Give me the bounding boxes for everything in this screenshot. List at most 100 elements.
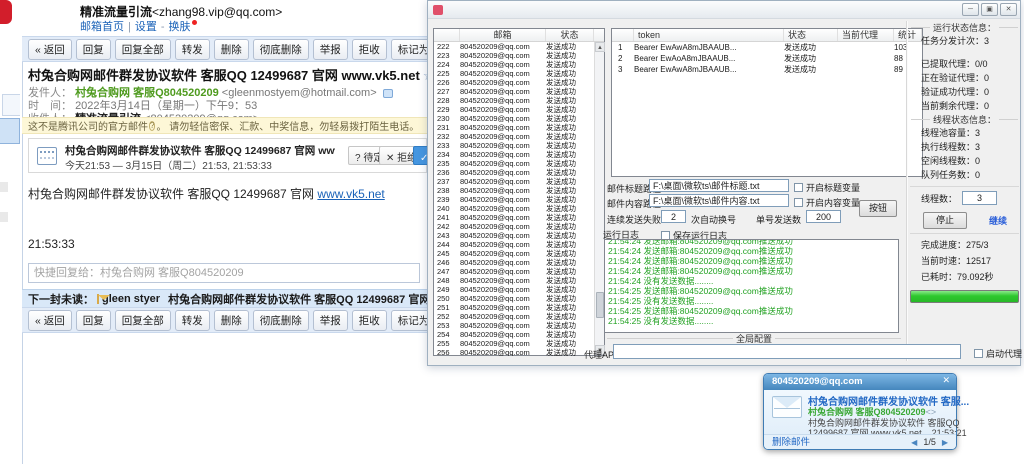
- email-row[interactable]: 231804520209@qq.com发送成功: [434, 123, 594, 132]
- toolbar-button-delete[interactable]: 删除: [214, 39, 249, 60]
- toolbar-button-report[interactable]: 举报: [313, 310, 348, 331]
- checkbox-icon[interactable]: [794, 183, 803, 192]
- checkbox-icon[interactable]: [794, 198, 803, 207]
- email-row[interactable]: 223804520209@qq.com发送成功: [434, 51, 594, 60]
- email-row[interactable]: 255804520209@qq.com发送成功: [434, 339, 594, 348]
- quick-reply-input[interactable]: [28, 263, 420, 283]
- thread-count-input[interactable]: [962, 191, 997, 205]
- email-row[interactable]: 253804520209@qq.com发送成功: [434, 321, 594, 330]
- toolbar-button-report[interactable]: 举报: [313, 39, 348, 60]
- email-row[interactable]: 224804520209@qq.com发送成功: [434, 60, 594, 69]
- token-row[interactable]: 3Bearer EwAwA8mJBAAUB...发送成功89: [612, 64, 922, 75]
- email-row[interactable]: 246804520209@qq.com发送成功: [434, 258, 594, 267]
- column-header-index[interactable]: [612, 29, 634, 41]
- column-header-status[interactable]: 状态: [784, 29, 838, 41]
- email-row[interactable]: 252804520209@qq.com发送成功: [434, 312, 594, 321]
- delete-mail-link[interactable]: 删除邮件: [772, 435, 810, 450]
- toolbar-button-forward[interactable]: 转发: [175, 39, 210, 60]
- content-var-checkbox[interactable]: 开启内容变量: [794, 196, 860, 209]
- toolbar-button-reject[interactable]: 拒收: [352, 310, 387, 331]
- email-row[interactable]: 225804520209@qq.com发送成功: [434, 69, 594, 78]
- popup-titlebar[interactable]: 804520209@qq.com: [764, 374, 956, 390]
- toolbar-button-delete-forever[interactable]: 彻底删除: [253, 39, 309, 60]
- email-row[interactable]: 256804520209@qq.com发送成功: [434, 348, 594, 356]
- prev-icon[interactable]: ◀: [911, 435, 917, 450]
- column-header-email[interactable]: 邮箱: [460, 29, 546, 41]
- scrollbar-thumb[interactable]: [596, 292, 604, 318]
- column-header-index[interactable]: [434, 29, 460, 41]
- email-row[interactable]: 249804520209@qq.com发送成功: [434, 285, 594, 294]
- body-link[interactable]: www.vk5.net: [317, 187, 384, 201]
- help-icon[interactable]: ?: [149, 121, 155, 131]
- column-header-token[interactable]: token: [634, 29, 784, 41]
- toolbar-button-reply[interactable]: 回复: [76, 310, 111, 331]
- checkbox-icon[interactable]: [974, 349, 983, 358]
- content-path-input[interactable]: [649, 194, 789, 207]
- nav-settings[interactable]: 设置: [135, 21, 157, 33]
- minimize-button[interactable]: ─: [962, 3, 979, 16]
- stop-button[interactable]: 停止: [923, 212, 967, 229]
- email-row[interactable]: 237804520209@qq.com发送成功: [434, 177, 594, 186]
- email-row[interactable]: 241804520209@qq.com发送成功: [434, 213, 594, 222]
- email-row[interactable]: 236804520209@qq.com发送成功: [434, 168, 594, 177]
- next-unread-bar[interactable]: 下一封未读： gleen styer 村兔合购网邮件群发协议软件 客服QQ 12…: [22, 289, 427, 307]
- email-row[interactable]: 244804520209@qq.com发送成功: [434, 240, 594, 249]
- toolbar-button-forward[interactable]: 转发: [175, 310, 210, 331]
- proxy-api-input[interactable]: [613, 344, 961, 359]
- email-list-header[interactable]: 邮箱 状态: [434, 29, 604, 42]
- email-row[interactable]: 227804520209@qq.com发送成功: [434, 87, 594, 96]
- status-row: 任务分发计次：3: [908, 34, 1021, 48]
- toolbar-button-reply-all[interactable]: 回复全部: [115, 310, 171, 331]
- continue-link[interactable]: 继续: [989, 214, 1007, 227]
- email-row[interactable]: 254804520209@qq.com发送成功: [434, 330, 594, 339]
- email-list-scrollbar[interactable]: ▲ ▼: [594, 42, 604, 355]
- email-row[interactable]: 242804520209@qq.com发送成功: [434, 222, 594, 231]
- email-row[interactable]: 240804520209@qq.com发送成功: [434, 204, 594, 213]
- email-row[interactable]: 234804520209@qq.com发送成功: [434, 150, 594, 159]
- email-row[interactable]: 243804520209@qq.com发送成功: [434, 231, 594, 240]
- token-row[interactable]: 2Bearer EwAoA8mJBAAUB...发送成功88: [612, 53, 922, 64]
- maximize-button[interactable]: ▣: [981, 3, 998, 16]
- email-row[interactable]: 239804520209@qq.com发送成功: [434, 195, 594, 204]
- nav-skin[interactable]: 换肤: [169, 21, 191, 33]
- token-list-header[interactable]: token 状态 当前代理 统计: [612, 29, 922, 42]
- misc-button[interactable]: 按钮: [859, 200, 897, 217]
- toolbar-button-reply[interactable]: 回复: [76, 39, 111, 60]
- email-row[interactable]: 233804520209@qq.com发送成功: [434, 141, 594, 150]
- email-row[interactable]: 251804520209@qq.com发送成功: [434, 303, 594, 312]
- close-button[interactable]: ✕: [1000, 3, 1017, 16]
- email-row[interactable]: 245804520209@qq.com发送成功: [434, 249, 594, 258]
- app-titlebar[interactable]: ─ ▣ ✕: [428, 1, 1020, 19]
- title-path-input[interactable]: [649, 179, 789, 192]
- column-header-status[interactable]: 状态: [546, 29, 594, 41]
- toolbar-button-reject[interactable]: 拒收: [352, 39, 387, 60]
- per-account-input[interactable]: [806, 210, 841, 223]
- toolbar-button-delete[interactable]: 删除: [214, 310, 249, 331]
- start-proxy-checkbox[interactable]: 启动代理: [974, 347, 1022, 360]
- toolbar-button-delete-forever[interactable]: 彻底删除: [253, 310, 309, 331]
- row-index: 243: [434, 231, 460, 240]
- popup-close-icon[interactable]: ✕: [942, 375, 950, 386]
- email-row[interactable]: 228804520209@qq.com发送成功: [434, 96, 594, 105]
- email-row[interactable]: 248804520209@qq.com发送成功: [434, 276, 594, 285]
- email-row[interactable]: 229804520209@qq.com发送成功: [434, 105, 594, 114]
- scroll-up-icon[interactable]: ▲: [595, 42, 605, 52]
- next-icon[interactable]: ▶: [942, 435, 948, 450]
- column-header-proxy[interactable]: 当前代理: [838, 29, 894, 41]
- run-log-box[interactable]: 21:54:24 发送邮箱:804520209@qq.com推送成功21:54:…: [604, 239, 899, 333]
- title-var-checkbox[interactable]: 开启标题变量: [794, 181, 860, 194]
- email-row[interactable]: 232804520209@qq.com发送成功: [434, 132, 594, 141]
- toolbar-button-back[interactable]: « 返回: [28, 39, 72, 60]
- token-row[interactable]: 1Bearer EwAwA8mJBAAUB...发送成功103: [612, 42, 922, 53]
- email-row[interactable]: 235804520209@qq.com发送成功: [434, 159, 594, 168]
- email-row[interactable]: 226804520209@qq.com发送成功: [434, 78, 594, 87]
- email-row[interactable]: 250804520209@qq.com发送成功: [434, 294, 594, 303]
- email-row[interactable]: 230804520209@qq.com发送成功: [434, 114, 594, 123]
- email-row[interactable]: 222804520209@qq.com发送成功: [434, 42, 594, 51]
- fail-count-input[interactable]: [661, 210, 686, 223]
- nav-mail-home[interactable]: 邮箱首页: [80, 21, 124, 33]
- email-row[interactable]: 247804520209@qq.com发送成功: [434, 267, 594, 276]
- toolbar-button-back[interactable]: « 返回: [28, 310, 72, 331]
- email-row[interactable]: 238804520209@qq.com发送成功: [434, 186, 594, 195]
- toolbar-button-reply-all[interactable]: 回复全部: [115, 39, 171, 60]
